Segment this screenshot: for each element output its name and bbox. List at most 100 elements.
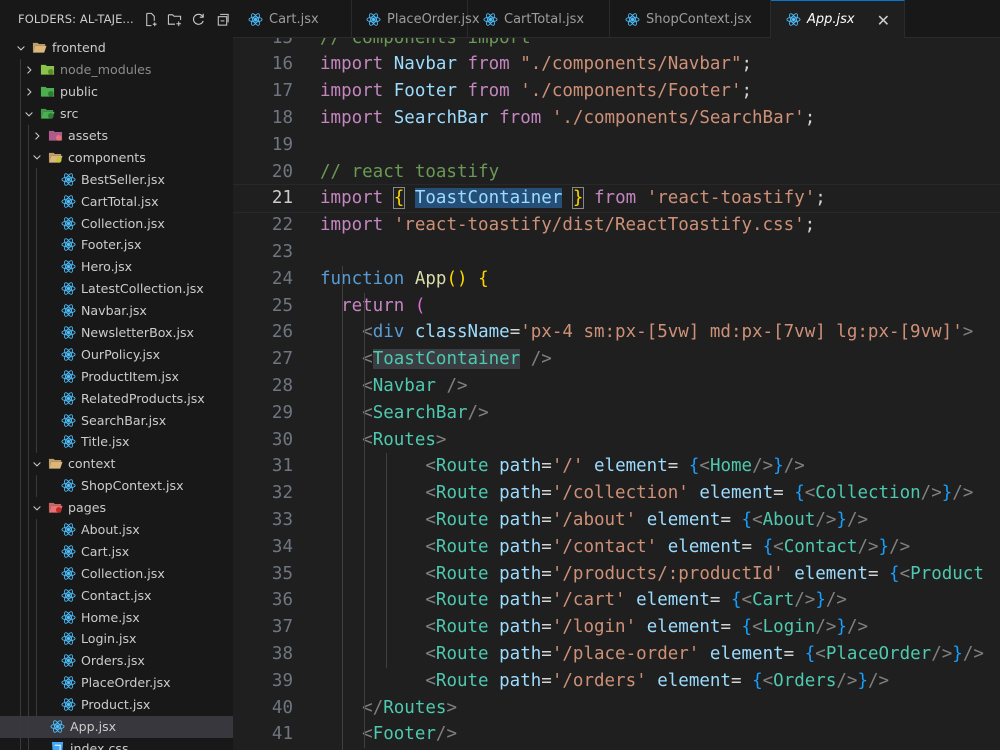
folder-item[interactable]: context [0,452,233,475]
code-line[interactable]: 37 <Route path='/login' element= {<Login… [233,614,1000,641]
file-item[interactable]: Title.jsx [0,431,233,453]
code-line[interactable]: 28 <Navbar /> [233,373,1000,400]
file-item[interactable]: ProductItem.jsx [0,365,233,388]
chevron-down-icon[interactable] [30,150,44,164]
code-line[interactable]: 22 import 'react-toastify/dist/ReactToast… [233,212,1000,239]
code-line[interactable]: 29 <SearchBar/> [233,400,1000,427]
chevron-right-icon[interactable] [30,129,44,143]
new-file-icon[interactable] [140,8,161,30]
new-folder-icon[interactable] [164,8,185,30]
code-token: /> [530,349,552,370]
line-number: 15 [233,38,293,51]
code-text: // react toastify [320,159,499,186]
folder-item[interactable]: node_modules [0,58,233,81]
code-token: { [794,483,805,504]
code-line[interactable]: 21 import { ToastContainer } from 'react-… [233,184,1000,214]
code-editor[interactable]: 15 // components import 16 import Navbar fr… [233,38,1000,750]
refresh-icon[interactable] [188,8,209,30]
file-item[interactable]: NewsletterBox.jsx [0,321,233,344]
code-token: = [541,483,552,504]
code-line[interactable]: 40 </Routes> [233,695,1000,722]
node-folder-icon [39,62,55,78]
code-token: < [699,456,710,477]
tab-app-jsx[interactable]: App.jsx ✕ [771,0,905,38]
code-line[interactable]: 17 import Footer from './components/Foote… [233,78,1000,105]
file-item[interactable]: Navbar.jsx [0,299,233,322]
file-item[interactable]: App.jsx [0,715,233,738]
chevron-down-icon[interactable] [30,457,44,471]
file-item[interactable]: Contact.jsx [0,584,233,607]
close-icon[interactable]: ✕ [877,11,890,30]
file-item[interactable]: Collection.jsx [0,562,233,585]
react-icon [624,11,640,27]
code-line[interactable]: 41 <Footer/> [233,721,1000,748]
folder-item[interactable]: src [0,102,233,125]
code-line[interactable]: 27 <ToastContainer /> [233,346,1000,373]
chevron-down-icon[interactable] [22,107,36,121]
tab-carttotal-jsx[interactable]: CartTotal.jsx [468,0,610,38]
code-line[interactable]: 25 return ( [233,293,1000,320]
tab-placeorder-jsx[interactable]: PlaceOrder.jsx [352,0,480,38]
folder-item[interactable]: assets [0,124,233,147]
code-line[interactable]: 33 <Route path='/about' element= {<About… [233,507,1000,534]
code-line[interactable]: 38 <Route path='/place-order' element= {… [233,641,1000,668]
file-item[interactable]: OurPolicy.jsx [0,343,233,366]
code-token: /> [857,536,879,557]
file-item[interactable]: About.jsx [0,518,233,541]
chevron-down-icon[interactable] [14,41,28,55]
file-item[interactable]: Footer.jsx [0,234,233,256]
collapse-all-icon[interactable] [212,8,233,30]
tab-shopcontext-jsx[interactable]: ShopContext.jsx [610,0,771,38]
code-line[interactable]: 34 <Route path='/contact' element= {<Con… [233,534,1000,561]
code-line[interactable]: 39 <Route path='/orders' element= {<Orde… [233,668,1000,695]
file-item[interactable]: Cart.jsx [0,540,233,563]
code-line[interactable]: 18 import SearchBar from './components/Se… [233,105,1000,132]
file-item[interactable]: Hero.jsx [0,255,233,278]
folder-item[interactable]: frontend [0,37,233,59]
code-line[interactable]: 23 [233,239,1000,266]
code-token: /> [815,617,837,638]
code-line[interactable]: 32 <Route path='/collection' element= {<… [233,480,1000,507]
line-number: 28 [271,375,293,396]
code-line[interactable]: 15 // components import [233,38,1000,51]
code-line[interactable]: 16 import Navbar from "./components/Navba… [233,51,1000,78]
code-line[interactable]: 30 <Routes> [233,427,1000,454]
file-item[interactable]: LatestCollection.jsx [0,277,233,300]
code-token: Product [910,563,984,584]
file-item[interactable]: CartTotal.jsx [0,190,233,213]
file-item[interactable]: PlaceOrder.jsx [0,671,233,694]
file-item[interactable]: Collection.jsx [0,212,233,235]
chevron-right-icon[interactable] [22,63,36,77]
code-token: path [499,563,542,584]
folder-item[interactable]: components [0,146,233,169]
file-item[interactable]: Orders.jsx [0,649,233,672]
code-line[interactable]: 24 function App() { [233,266,1000,293]
code-line[interactable]: 20 // react toastify [233,159,1000,186]
chevron-right-icon[interactable] [22,85,36,99]
code-line[interactable]: 19 [233,132,1000,159]
code-line[interactable]: 35 <Route path='/products/:productId' el… [233,561,1000,588]
code-line[interactable]: 26 <div className='px-4 sm:px-[5vw] md:p… [233,319,1000,346]
file-item[interactable]: index.css [0,737,233,750]
code-token: './components/Footer' [520,81,742,102]
folder-item[interactable]: pages [0,496,233,519]
file-item[interactable]: BestSeller.jsx [0,168,233,191]
code-line[interactable]: 36 <Route path='/cart' element= {<Cart/>… [233,587,1000,614]
file-item[interactable]: Home.jsx [0,606,233,629]
file-item[interactable]: Product.jsx [0,693,233,716]
code-text: <Route path='/cart' element= {<Cart/>}/> [320,587,847,614]
code-line[interactable]: 31 <Route path='/' element= {<Home/>}/> [233,453,1000,480]
file-item[interactable]: Login.jsx [0,628,233,650]
folder-item[interactable]: public [0,80,233,103]
tree-item-label: frontend [52,40,106,56]
tab-cart-jsx[interactable]: Cart.jsx [233,0,352,38]
chevron-down-icon[interactable] [30,501,44,515]
file-item[interactable]: RelatedProducts.jsx [0,387,233,410]
file-item[interactable]: SearchBar.jsx [0,409,233,432]
code-text: <Route path='/orders' element= {<Orders/… [320,668,889,695]
tree-item-label: assets [68,128,109,143]
file-item[interactable]: ShopContext.jsx [0,474,233,497]
